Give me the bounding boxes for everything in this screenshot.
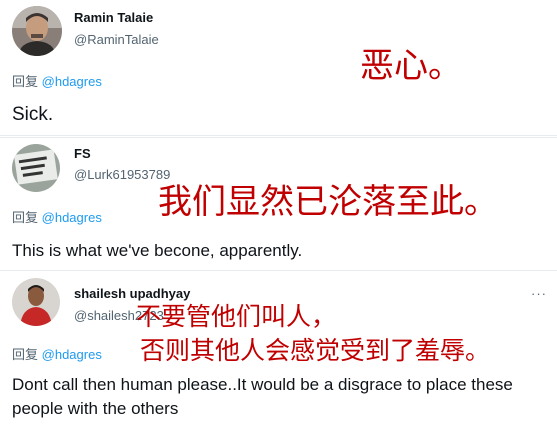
avatar-photo-sign — [12, 144, 60, 192]
translation-annotation-line-2: 否则其他人会感觉受到了羞辱。 — [140, 336, 491, 365]
avatar[interactable] — [12, 6, 62, 56]
display-name[interactable]: Ramin Talaie — [74, 10, 153, 25]
mention-link[interactable]: @hdagres — [42, 347, 102, 362]
display-name[interactable]: shailesh upadhyay — [74, 286, 190, 301]
reply-context: 回复 @hdagres — [12, 207, 102, 226]
display-name[interactable]: FS — [74, 146, 91, 161]
tweet-reply-2[interactable]: FS @Lurk61953789 回复 @hdagres This is wha… — [0, 137, 557, 271]
reply-prefix: 回复 — [12, 210, 39, 225]
more-options-icon[interactable]: ··· — [531, 286, 547, 301]
tweet-reply-1[interactable]: Ramin Talaie @RaminTalaie 回复 @hdagres Si… — [0, 0, 557, 136]
avatar[interactable] — [12, 278, 60, 326]
reply-context: 回复 @hdagres — [12, 71, 102, 90]
reply-context: 回复 @hdagres — [12, 344, 102, 363]
translation-annotation: 恶心。 — [360, 46, 462, 86]
avatar-photo-man-red-shirt — [12, 278, 60, 326]
tweet-text: Sick. — [12, 104, 54, 125]
translation-annotation: 我们显然已沦落至此。 — [158, 182, 498, 222]
tweet-text: Dont call then human please..It would be… — [12, 375, 513, 418]
mention-link[interactable]: @hdagres — [42, 210, 102, 225]
tweet-text: This is what we've becone, apparently. — [12, 241, 303, 260]
reply-prefix: 回复 — [12, 347, 39, 362]
mention-link[interactable]: @hdagres — [42, 74, 102, 89]
avatar[interactable] — [12, 144, 60, 192]
avatar-photo-man — [12, 6, 62, 56]
tweet-reply-3[interactable]: shailesh upadhyay @shailesh2723 ··· 回复 @… — [0, 272, 557, 435]
reply-prefix: 回复 — [12, 74, 39, 89]
user-handle[interactable]: @RaminTalaie — [74, 32, 159, 47]
translation-annotation-line-1: 不要管他们叫人， — [136, 302, 337, 331]
user-handle[interactable]: @Lurk61953789 — [74, 167, 170, 182]
